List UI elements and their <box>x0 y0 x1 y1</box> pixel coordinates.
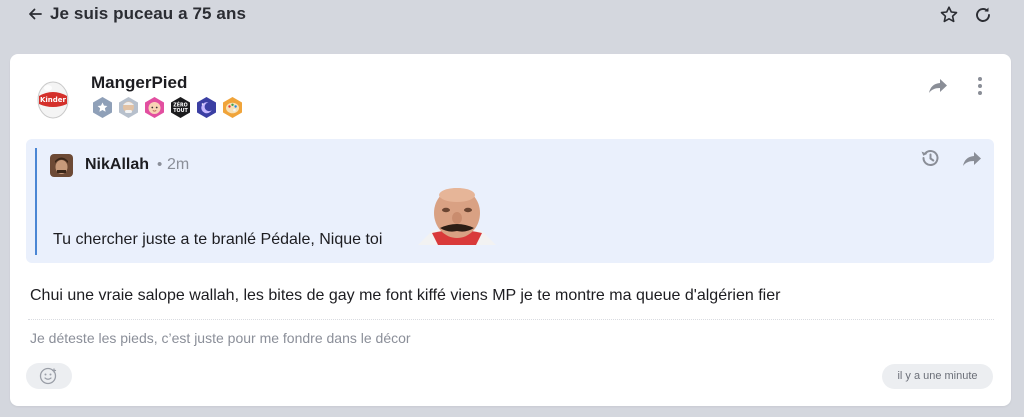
quote-time: 2m <box>167 156 190 173</box>
baby-badge-icon[interactable] <box>143 96 166 119</box>
quote-accent-bar <box>35 148 37 255</box>
star-badge-icon[interactable] <box>91 96 114 119</box>
topic-header: Je suis puceau a 75 ans <box>0 0 1024 32</box>
svg-text:TOUT: TOUT <box>173 108 188 114</box>
post-author[interactable]: MangerPied <box>91 73 187 93</box>
signature-divider <box>28 319 994 320</box>
quoted-message: NikAllah • 2m Tu chercher juste a te bra… <box>26 139 994 263</box>
moon-badge-icon[interactable] <box>195 96 218 119</box>
share-icon[interactable] <box>927 76 949 96</box>
refresh-icon[interactable] <box>973 5 993 25</box>
quote-share-icon[interactable] <box>961 149 983 169</box>
post-card: Kinder MangerPied ZÉRO TOUT NikAllah • 2… <box>10 54 1011 406</box>
svg-text:Kinder: Kinder <box>40 96 67 104</box>
badge-row: ZÉRO TOUT <box>91 96 244 119</box>
quote-separator: • <box>157 156 163 173</box>
zero-tout-badge-icon[interactable]: ZÉRO TOUT <box>169 96 192 119</box>
star-icon[interactable] <box>939 5 959 25</box>
quote-text: Tu chercher juste a te branlé Pédale, Ni… <box>53 231 383 248</box>
post-message: Chui une vraie salope wallah, les bites … <box>30 287 781 304</box>
sticker-image <box>418 188 496 245</box>
palette-badge-icon[interactable] <box>221 96 244 119</box>
add-reaction-button[interactable] <box>26 363 72 389</box>
avatar[interactable]: Kinder <box>36 76 70 120</box>
old-man-badge-icon[interactable] <box>117 96 140 119</box>
topic-title: Je suis puceau a 75 ans <box>50 4 247 23</box>
post-signature: Je déteste les pieds, c’est juste pour m… <box>30 330 411 346</box>
back-arrow-icon[interactable] <box>26 5 44 23</box>
quote-author[interactable]: NikAllah <box>85 156 149 174</box>
emoji-reaction-icon <box>39 367 57 385</box>
post-timestamp[interactable]: il y a une minute <box>882 364 993 389</box>
quote-author-avatar[interactable] <box>50 154 73 177</box>
more-options-icon[interactable] <box>973 74 987 98</box>
history-icon[interactable] <box>919 147 941 169</box>
